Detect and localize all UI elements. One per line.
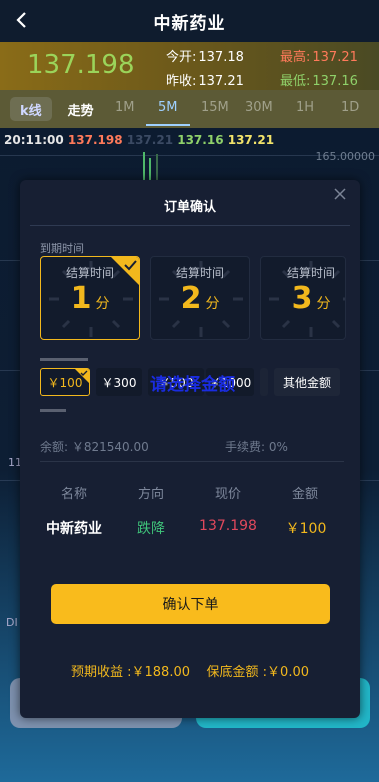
amount-label: ￥300 bbox=[101, 375, 137, 390]
page-title: 中新药业 bbox=[153, 13, 226, 34]
ohlc-open: 137.198 bbox=[67, 133, 123, 147]
amount-option-300[interactable]: ￥300 bbox=[96, 368, 142, 396]
guarantee-value: ￥0.00 bbox=[267, 665, 309, 680]
fee-value: 0% bbox=[268, 440, 288, 454]
balance: 余额: ￥821540.00 bbox=[40, 438, 149, 455]
candle bbox=[143, 152, 145, 182]
quote-panel: 137.198 今开: 137.18 最高: 137.21 昨收: 137.21 最低… bbox=[0, 42, 379, 90]
ohlc-high: 137.21 bbox=[126, 133, 174, 147]
open-stat: 今开: 137.18 bbox=[166, 46, 244, 65]
expiry-card-1[interactable]: 结算时间 1分 bbox=[40, 256, 140, 340]
guarantee-label: 保底金额 : bbox=[206, 665, 268, 680]
expiry-card-value: 2分 bbox=[151, 281, 249, 316]
timeframe-15m[interactable]: 15M bbox=[201, 100, 229, 115]
expiry-minutes: 2 bbox=[180, 281, 202, 316]
expiry-label: 到期时间 bbox=[40, 242, 84, 255]
divider bbox=[30, 225, 350, 226]
chart-tabs: k线 走势 bbox=[0, 90, 379, 128]
low-value: 137.16 bbox=[312, 74, 358, 89]
side-label: DI bbox=[6, 616, 18, 629]
expiry-card-value: 3分 bbox=[261, 281, 345, 316]
expiry-card-3[interactable]: 结算时间 3分 bbox=[260, 256, 346, 340]
expiry-card-value: 1分 bbox=[41, 281, 139, 316]
balance-value: ￥821540.00 bbox=[71, 440, 149, 454]
fee-label: 手续费: bbox=[225, 440, 266, 454]
expiry-card-2[interactable]: 结算时间 2分 bbox=[150, 256, 250, 340]
amount-option-other[interactable]: 其他金额 bbox=[274, 368, 340, 396]
amount-option-100[interactable]: ￥100 bbox=[40, 368, 90, 396]
confirm-order-button[interactable]: 确认下单 bbox=[51, 584, 330, 624]
high-stat: 最高: 137.21 bbox=[280, 46, 358, 65]
divider bbox=[40, 461, 344, 462]
timeframe-1d[interactable]: 1D bbox=[341, 100, 359, 115]
column-header-name: 名称 bbox=[60, 487, 87, 502]
timeframe-30m[interactable]: 30M bbox=[245, 100, 273, 115]
candle bbox=[149, 158, 151, 182]
close-icon[interactable] bbox=[332, 186, 348, 202]
amount-overlay-text: 请选择金额 bbox=[150, 375, 235, 395]
current-price: 137.198 bbox=[27, 50, 135, 80]
ohlc-low: 137.16 bbox=[177, 133, 224, 147]
timeframe-5m[interactable]: 5M bbox=[158, 100, 178, 115]
dialog-title: 订单确认 bbox=[163, 200, 216, 215]
prev-close-label: 昨收: bbox=[166, 74, 197, 89]
order-direction: 跌降 bbox=[137, 521, 165, 537]
order-name: 中新药业 bbox=[46, 521, 102, 537]
amount-slider-bar bbox=[40, 409, 66, 412]
ohlc-line: 20:11:00 137.198 137.21 137.16 137.21 bbox=[4, 133, 274, 147]
expiry-card-label: 结算时间 bbox=[175, 266, 224, 280]
timeframe-1h[interactable]: 1H bbox=[296, 100, 314, 115]
column-header-price: 现价 bbox=[214, 487, 241, 502]
expiry-card-label: 结算时间 bbox=[286, 266, 335, 280]
checkmark-icon bbox=[111, 257, 139, 285]
expiry-minutes: 3 bbox=[291, 281, 313, 316]
ohlc-time: 20:11:00 bbox=[4, 133, 64, 147]
order-amount: ￥100 bbox=[285, 521, 327, 537]
order-confirm-dialog: 订单确认 到期时间 结算时间 1分 结算时间 2 分 结算时间 3 分 ￥100… bbox=[20, 180, 360, 718]
candle bbox=[156, 154, 158, 182]
prev-close-stat: 昨收: 137.21 bbox=[166, 70, 244, 89]
active-tab-indicator bbox=[146, 124, 190, 126]
ohlc-close: 137.21 bbox=[227, 133, 275, 147]
fee: 手续费: 0% bbox=[225, 438, 288, 455]
order-price: 137.198 bbox=[199, 518, 257, 534]
amount-slider-bar bbox=[40, 358, 88, 361]
low-stat: 最低: 137.16 bbox=[280, 70, 358, 89]
column-header-amount: 金额 bbox=[291, 487, 318, 502]
expiry-unit: 分 bbox=[95, 296, 110, 312]
prev-close-value: 137.21 bbox=[198, 74, 244, 89]
amount-option-gap bbox=[260, 368, 268, 396]
chevron-left-icon[interactable] bbox=[10, 8, 34, 32]
amount-label: 其他金额 bbox=[282, 375, 331, 390]
expiry-unit: 分 bbox=[316, 296, 331, 312]
tab-trend[interactable]: 走势 bbox=[58, 97, 104, 121]
high-value: 137.21 bbox=[312, 50, 358, 65]
timeframe-1m[interactable]: 1M bbox=[115, 100, 135, 115]
balance-label: 余额: bbox=[40, 440, 69, 454]
axis-label: 165.00000 bbox=[315, 150, 376, 163]
checkmark-icon bbox=[75, 369, 89, 383]
expected-value: ￥188.00 bbox=[131, 665, 191, 680]
low-label: 最低: bbox=[280, 74, 311, 89]
open-label: 今开: bbox=[166, 50, 197, 65]
top-bar: 中新药业 bbox=[0, 0, 379, 42]
tab-kline[interactable]: k线 bbox=[10, 97, 52, 121]
open-value: 137.18 bbox=[198, 50, 244, 65]
expected-label: 预期收益 : bbox=[70, 665, 132, 680]
expiry-unit: 分 bbox=[205, 296, 220, 312]
expected-profit: 预期收益 :￥188.00 保底金额 :￥0.00 bbox=[20, 661, 360, 680]
expiry-minutes: 1 bbox=[70, 281, 92, 316]
column-header-direction: 方向 bbox=[137, 487, 164, 502]
high-label: 最高: bbox=[280, 50, 311, 65]
